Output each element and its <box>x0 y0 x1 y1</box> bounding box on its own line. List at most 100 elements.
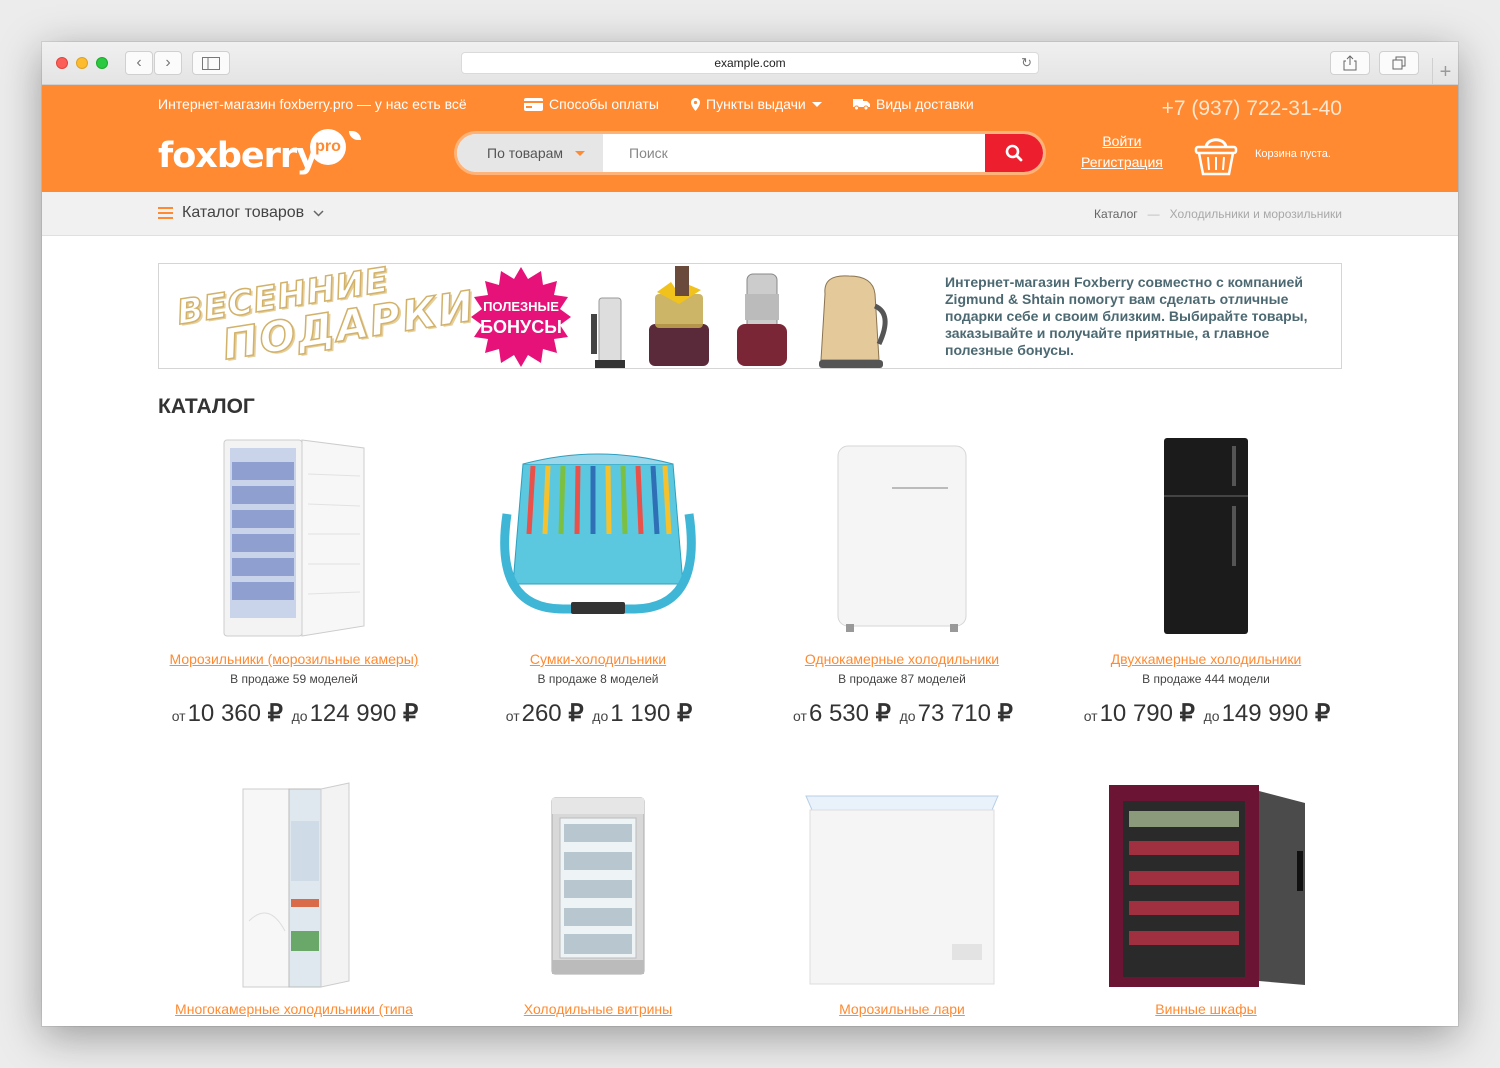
multi-door-fridge-image <box>242 782 350 988</box>
price-range: от6 530 ₽ до73 710 ₽ <box>762 699 1042 728</box>
category-image[interactable] <box>762 431 1042 641</box>
currency-sign: ₽ <box>875 700 891 727</box>
breadcrumb: Каталог — Холодильники и морозильники <box>1094 207 1342 221</box>
payment-methods-link[interactable]: Способы оплаты <box>524 96 659 112</box>
category-link[interactable]: Сумки-холодильники <box>458 651 738 667</box>
price-from: 10 360 <box>187 700 261 727</box>
search-input[interactable] <box>603 134 985 172</box>
price-from-label: от <box>505 708 520 724</box>
share-icon <box>1343 55 1357 71</box>
tabs-overview-button[interactable] <box>1379 51 1419 75</box>
leaf-icon <box>349 131 361 140</box>
search-scope-label: По товарам <box>487 145 564 161</box>
price-range: от10 360 ₽ до124 990 ₽ <box>154 699 434 728</box>
category-card: Морозильники (морозильные камеры) В прод… <box>154 431 434 728</box>
logo-wordmark: foxberry <box>158 136 319 176</box>
catalog-menu-label: Каталог товаров <box>182 204 305 221</box>
category-image[interactable] <box>1066 781 1346 991</box>
caret-down-icon <box>811 101 822 107</box>
url-text: example.com <box>714 56 786 70</box>
banner-headline: ВЕСЕННИЕ ПОДАРКИ <box>174 264 480 368</box>
models-count: В продаже 87 моделей <box>838 672 966 686</box>
category-link[interactable]: Морозильные лари <box>762 1001 1042 1017</box>
caret-down-icon <box>575 150 586 156</box>
category-link[interactable]: Морозильники (морозильные камеры) <box>154 651 434 667</box>
price-to: 124 990 <box>309 700 397 727</box>
auth-links: Войти Регистрация <box>1081 131 1163 173</box>
category-link[interactable]: Винные шкафы <box>1066 1001 1346 1017</box>
models-count: В продаже 59 моделей <box>230 672 358 686</box>
two-door-fridge-image <box>1164 437 1248 634</box>
category-link[interactable]: Холодильные витрины <box>458 1001 738 1017</box>
freezer-image <box>223 438 365 637</box>
pickup-points-label: Пункты выдачи <box>706 96 806 112</box>
models-count: В продаже 444 модели <box>1142 672 1270 686</box>
map-pin-icon <box>691 97 700 111</box>
delivery-types-link[interactable]: Виды доставки <box>853 96 974 112</box>
sidebar-toggle-button[interactable] <box>192 51 230 75</box>
display-cooler-image <box>551 797 645 974</box>
category-image[interactable] <box>154 781 434 991</box>
currency-sign: ₽ <box>1315 700 1331 727</box>
currency-sign: ₽ <box>676 700 693 727</box>
search-scope-select[interactable]: По товарам <box>457 134 603 172</box>
price-to: 149 990 <box>1221 700 1309 727</box>
category-image[interactable] <box>458 781 738 991</box>
zoom-window-button[interactable] <box>96 57 108 69</box>
banner-description: Интернет-магазин Foxberry совместно с ко… <box>945 274 1308 358</box>
search-icon <box>1005 144 1023 162</box>
single-door-fridge-image <box>837 445 967 632</box>
basket-icon[interactable] <box>1193 133 1239 177</box>
catalog-menu-button[interactable]: Каталог товаров <box>158 204 324 222</box>
category-link[interactable]: Однокамерные холодильники <box>762 651 1042 667</box>
close-window-button[interactable] <box>56 57 68 69</box>
forward-button[interactable]: › <box>154 51 182 75</box>
category-image[interactable] <box>154 431 434 641</box>
phone-number[interactable]: +7 (937) 722-31-40 <box>1162 97 1342 121</box>
breadcrumb-separator: — <box>1147 207 1160 221</box>
browser-window: ‹ › example.com ↻ + Интернет-магазин fox… <box>42 42 1458 1026</box>
category-card: Многокамерные холодильники (типа <box>154 781 434 1017</box>
currency-sign: ₽ <box>568 700 584 727</box>
minimize-window-button[interactable] <box>76 57 88 69</box>
cooler-bag-image <box>500 453 696 614</box>
currency-sign: ₽ <box>1179 700 1195 727</box>
bonus-badge: ПОЛЕЗНЫЕ БОНУСЫ <box>471 267 571 367</box>
category-card: Однокамерные холодильники В продаже 87 м… <box>762 431 1042 728</box>
chest-freezer-image <box>805 795 999 984</box>
logo-pro-badge: pro <box>309 129 346 165</box>
price-from: 6 530 <box>808 700 869 727</box>
price-to-label: до <box>592 708 609 724</box>
price-from-label: от <box>793 708 807 724</box>
site-logo[interactable]: foxberry pro <box>158 129 361 176</box>
category-image[interactable] <box>1066 431 1346 641</box>
badge-line2: БОНУСЫ <box>480 317 562 337</box>
new-tab-button[interactable]: + <box>1432 58 1458 86</box>
price-to-label: до <box>291 708 308 724</box>
category-link[interactable]: Многокамерные холодильники (типа <box>154 1001 434 1017</box>
price-to-label: до <box>899 708 916 724</box>
address-bar[interactable]: example.com ↻ <box>461 52 1039 74</box>
category-card: Винные шкафы <box>1066 781 1346 1017</box>
share-button[interactable] <box>1330 51 1370 75</box>
badge-line1: ПОЛЕЗНЫЕ <box>483 299 559 314</box>
site-header: Интернет-магазин foxberry.pro — у нас ес… <box>42 85 1458 192</box>
register-link[interactable]: Регистрация <box>1081 152 1163 173</box>
back-button[interactable]: ‹ <box>125 51 153 75</box>
category-link[interactable]: Двухкамерные холодильники <box>1066 651 1346 667</box>
login-link[interactable]: Войти <box>1081 131 1163 152</box>
category-card: Сумки-холодильники В продаже 8 моделей о… <box>458 431 738 728</box>
truck-icon <box>853 99 870 110</box>
price-range: от260 ₽ до1 190 ₽ <box>458 699 738 728</box>
reload-icon[interactable]: ↻ <box>1021 53 1032 73</box>
payment-methods-label: Способы оплаты <box>549 96 659 112</box>
category-image[interactable] <box>458 431 738 641</box>
category-image[interactable] <box>762 781 1042 991</box>
price-to: 1 190 <box>610 700 671 727</box>
pickup-points-link[interactable]: Пункты выдачи <box>691 96 822 112</box>
search-button[interactable] <box>985 134 1043 172</box>
promo-banner[interactable]: ВЕСЕННИЕ ПОДАРКИ ПОЛЕЗНЫЕ БОНУСЫ Интерне… <box>158 263 1342 369</box>
store-tagline: Интернет-магазин foxberry.pro — у нас ес… <box>158 96 467 112</box>
tabs-icon <box>1392 56 1406 70</box>
breadcrumb-catalog[interactable]: Каталог <box>1094 207 1138 221</box>
